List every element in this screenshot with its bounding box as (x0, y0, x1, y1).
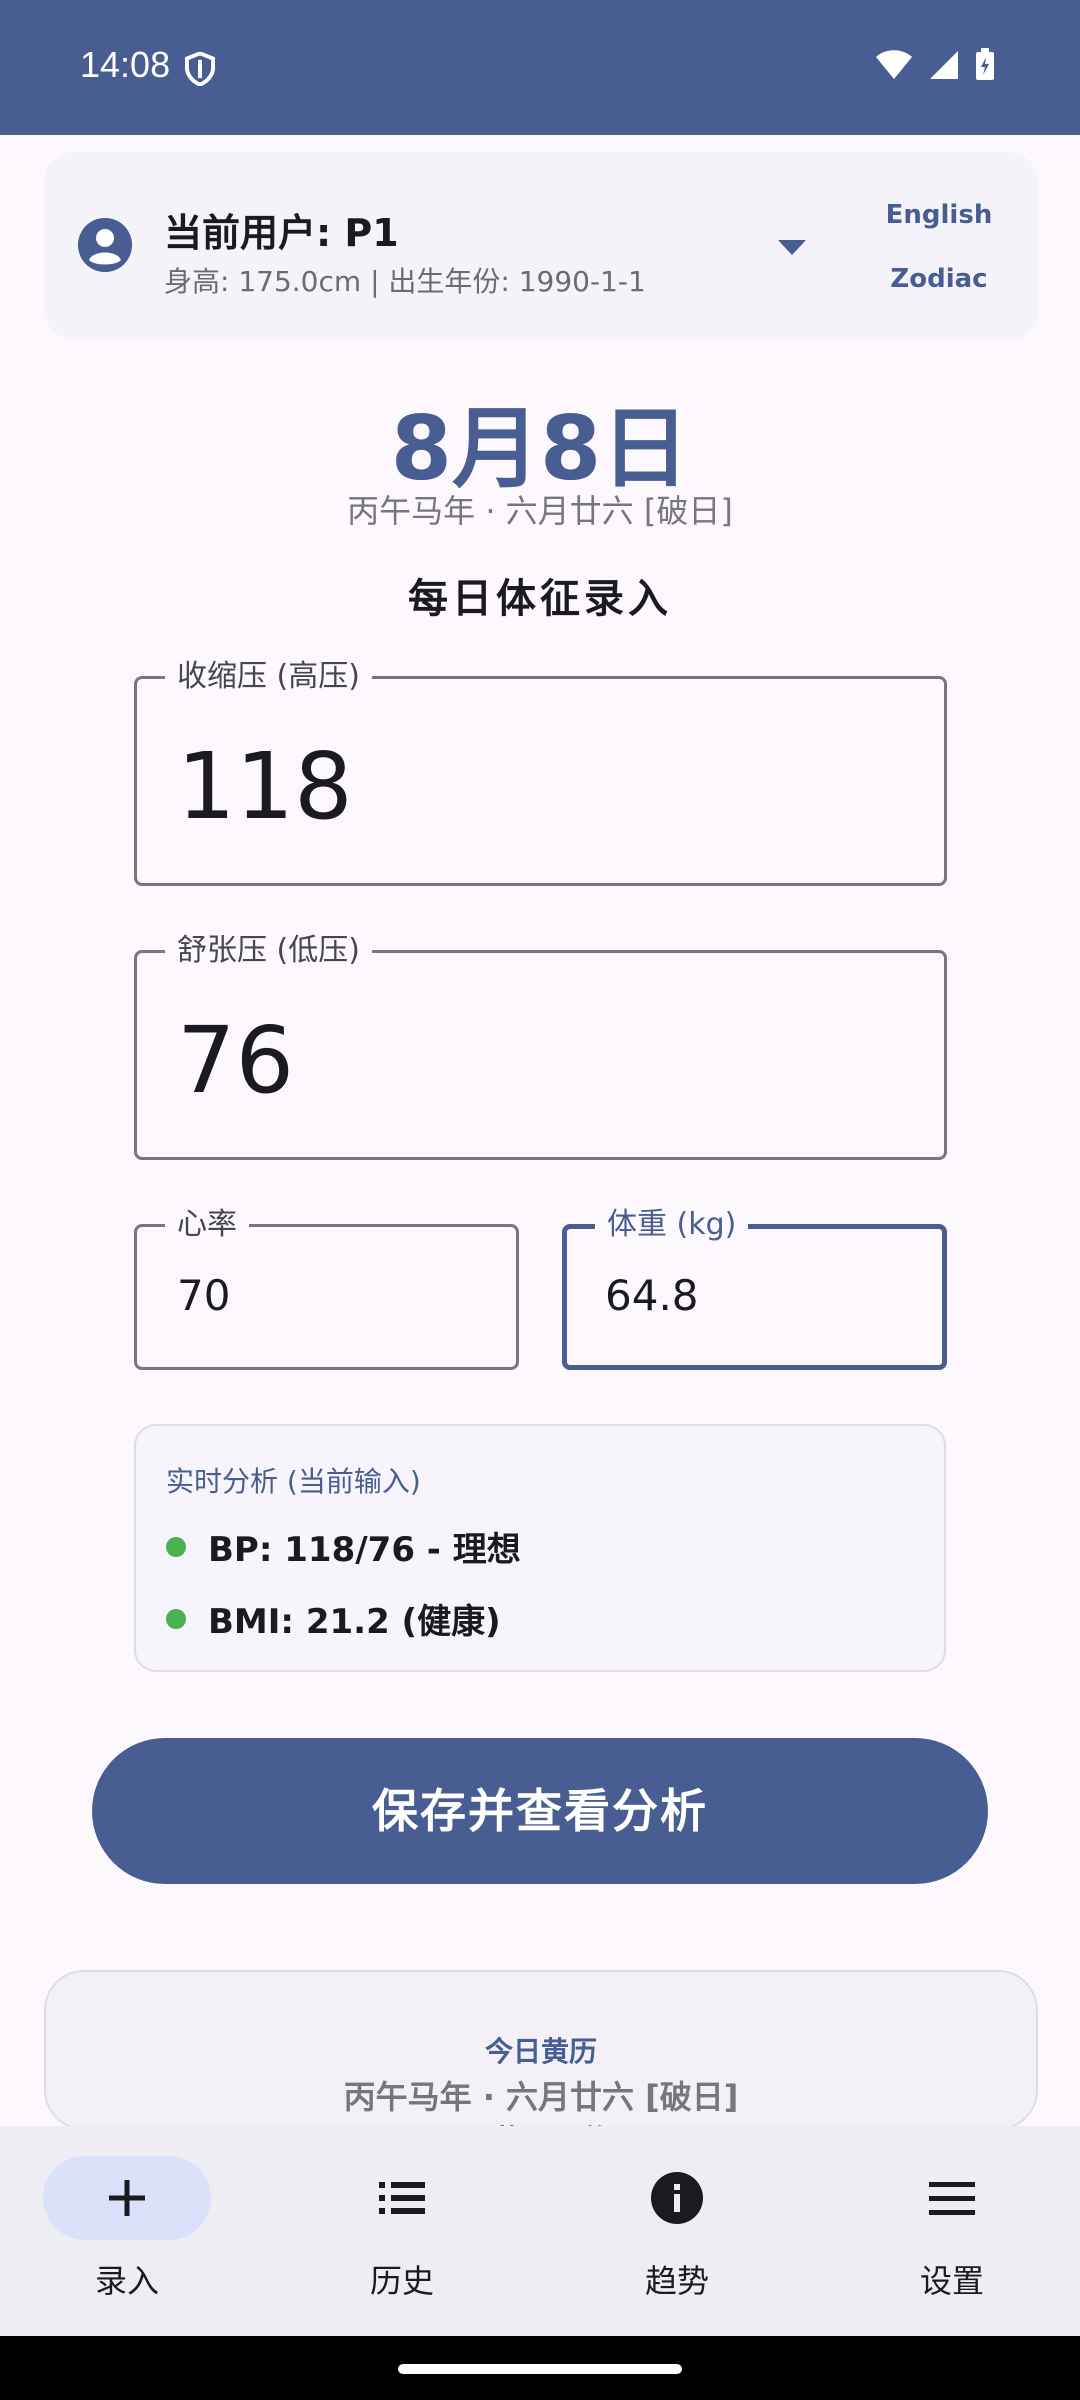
account-circle-icon (78, 218, 132, 272)
save-and-analyze-button[interactable]: 保存并查看分析 (92, 1738, 988, 1884)
almanac-title: 今日黄历 (484, 2035, 597, 2068)
bp-analysis-text: BP: 118/76 - 理想 (208, 1530, 521, 1570)
signal-icon (930, 51, 958, 79)
battery-icon (976, 48, 994, 80)
user-selector-card[interactable]: 当前用户: P1 身高: 175.0cm | 出生年份: 1990-1-1 En… (44, 152, 1038, 340)
gesture-handle[interactable] (398, 2364, 682, 2374)
nav-label-settings: 设置 (919, 2262, 984, 2300)
nav-pill (593, 2156, 761, 2240)
nav-item-history[interactable]: 历史 (302, 2156, 502, 2302)
bmi-analysis-row: BMI: 21.2 (健康) (166, 1594, 501, 1643)
diastolic-value: 76 (177, 1007, 295, 1114)
user-profile-summary: 身高: 175.0cm | 出生年份: 1990-1-1 (164, 265, 646, 298)
nav-pill-active (43, 2156, 211, 2240)
bottom-navigation: 录入 历史 趋势 设置 (0, 2126, 1080, 2336)
menu-icon (929, 2182, 975, 2215)
weight-value: 64.8 (605, 1271, 699, 1320)
heart-rate-label: 心率 (165, 1205, 249, 1245)
systolic-value: 118 (177, 733, 353, 840)
shield-icon (184, 52, 216, 86)
nav-pill (868, 2156, 1036, 2240)
info-icon (651, 2172, 703, 2224)
analysis-title: 实时分析 (当前输入) (166, 1465, 421, 1498)
diastolic-field[interactable]: 舒张压 (低压) 76 (134, 931, 947, 1160)
bmi-analysis-text: BMI: 21.2 (健康) (208, 1602, 501, 1642)
list-icon (379, 2182, 425, 2214)
systolic-field[interactable]: 收缩压 (高压) 118 (134, 657, 947, 886)
form-title: 每日体征录入 (408, 576, 672, 622)
weight-field[interactable]: 体重 (kg) 64.8 (562, 1205, 947, 1370)
diastolic-label: 舒张压 (低压) (165, 931, 372, 971)
bp-analysis-row: BP: 118/76 - 理想 (166, 1522, 521, 1571)
nav-item-entry[interactable]: 录入 (27, 2156, 227, 2302)
weight-label: 体重 (kg) (595, 1205, 749, 1245)
add-icon (109, 2180, 145, 2216)
realtime-analysis-card: 实时分析 (当前输入) BP: 118/76 - 理想 BMI: 21.2 (健… (134, 1424, 946, 1672)
status-dot-icon (166, 1608, 186, 1629)
heart-rate-field[interactable]: 心率 70 (134, 1205, 519, 1370)
current-user-title: 当前用户: P1 (164, 211, 399, 255)
heart-rate-value: 70 (177, 1271, 231, 1320)
nav-item-settings[interactable]: 设置 (852, 2156, 1052, 2302)
nav-pill (318, 2156, 486, 2240)
almanac-lunar-date: 丙午马年 · 六月廿六 [破日] (343, 2078, 739, 2116)
status-time: 14:08 (80, 44, 171, 85)
nav-label-trends: 趋势 (644, 2262, 709, 2300)
wifi-icon (876, 50, 912, 79)
status-dot-icon (166, 1536, 186, 1557)
nav-label-history: 历史 (369, 2262, 434, 2300)
zodiac-button[interactable]: Zodiac (864, 264, 1014, 294)
nav-label-entry: 录入 (94, 2262, 159, 2300)
status-bar: 14:08 (0, 0, 1080, 135)
systolic-label: 收缩压 (高压) (165, 657, 372, 697)
system-gesture-bar (0, 2336, 1080, 2400)
lunar-date: 丙午马年 · 六月廿六 [破日] (347, 492, 733, 530)
nav-item-trends[interactable]: 趋势 (577, 2156, 777, 2302)
english-button[interactable]: English (864, 200, 1014, 230)
almanac-card: 今日黄历 丙午马年 · 六月廿六 [破日] 五黄 [黑道] (44, 1970, 1038, 2130)
chevron-down-icon[interactable] (778, 240, 806, 255)
